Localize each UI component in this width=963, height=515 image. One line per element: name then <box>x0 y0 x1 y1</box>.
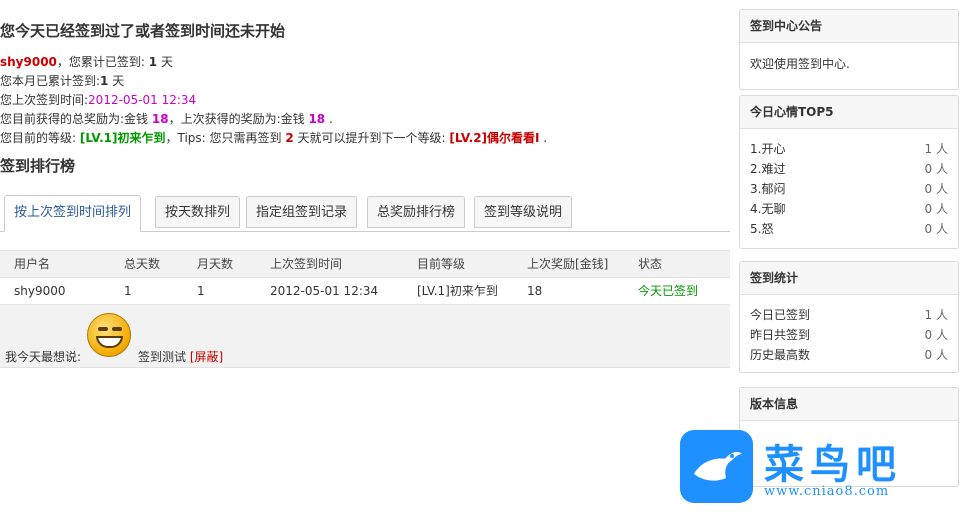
row-username[interactable]: shy9000 <box>14 278 66 305</box>
tab-group-records[interactable]: 指定组签到记录 <box>246 196 358 228</box>
rank-tabs: 按上次签到时间排列 按天数排列 指定组签到记录 总奖励排行榜 签到等级说明 <box>0 195 730 232</box>
list-item: 3.郁闷 0 人 <box>750 182 948 196</box>
page-title: 您今天已经签到过了或者签到时间还未开始 <box>0 22 286 40</box>
total-line: shy9000，您累计已签到: 1 天 <box>0 55 173 69</box>
notice-box: 签到中心公告 欢迎使用签到中心. <box>739 9 959 90</box>
list-item: 历史最高数 0 人 <box>750 348 948 362</box>
top5-box: 今日心情TOP5 1.开心 1 人 2.难过 0 人 3.郁闷 0 人 4.无聊 0 人… <box>739 95 959 249</box>
col-total-days: 总天数 <box>124 257 161 271</box>
col-level: 目前等级 <box>417 257 466 271</box>
watermark-url: www.cniao8.com <box>764 484 890 499</box>
level-line: 您目前的等级: [LV.1]初来乍到，Tips: 您只需再签到 2 天就可以提升… <box>0 131 548 145</box>
tab-reward-rank[interactable]: 总奖励排行榜 <box>367 196 466 228</box>
notice-text: 欢迎使用签到中心. <box>750 57 850 71</box>
top5-list: 1.开心 1 人 2.难过 0 人 3.郁闷 0 人 4.无聊 0 人 5.怒 0 人 <box>740 129 958 247</box>
mood-row: 我今天最想说: 签到测试 [屏蔽] <box>0 305 730 368</box>
tab-by-last-time[interactable]: 按上次签到时间排列 <box>4 195 142 232</box>
row-level: [LV.1]初来乍到 <box>417 284 498 298</box>
list-item: 今日已签到 1 人 <box>750 308 948 322</box>
watermark-logo: 菜鸟吧 www.cniao8.com <box>680 430 960 505</box>
notice-title: 签到中心公告 <box>740 10 958 43</box>
month-line: 您本月已累计签到:1 天 <box>0 74 125 88</box>
table-row: shy9000 1 1 2012-05-01 12:34 [LV.1]初来乍到 … <box>0 278 730 305</box>
stats-box: 签到统计 今日已签到 1 人 昨日共签到 0 人 历史最高数 0 人 <box>739 261 959 373</box>
row-status: 今天已签到 <box>638 284 699 298</box>
table-header: 用户名 总天数 月天数 上次签到时间 目前等级 上次奖励[金钱] 状态 <box>0 250 730 278</box>
grin-emoticon-icon <box>87 313 131 357</box>
col-last-time: 上次签到时间 <box>270 257 343 271</box>
list-item: 昨日共签到 0 人 <box>750 328 948 342</box>
col-username: 用户名 <box>14 257 51 271</box>
col-reward: 上次奖励[金钱] <box>527 257 609 271</box>
list-item: 5.怒 0 人 <box>750 222 948 236</box>
list-item: 1.开心 1 人 <box>750 142 948 156</box>
row-last-time: 2012-05-01 12:34 <box>270 284 379 298</box>
watermark-name: 菜鸟吧 <box>764 441 902 488</box>
mood-text: 签到测试 [屏蔽] <box>138 350 224 364</box>
rank-title: 签到排行榜 <box>0 157 76 175</box>
col-status: 状态 <box>638 257 663 271</box>
mood-label: 我今天最想说: <box>5 350 82 364</box>
stats-list: 今日已签到 1 人 昨日共签到 0 人 历史最高数 0 人 <box>740 295 958 373</box>
reward-line: 您目前获得的总奖励为:金钱 18，上次获得的奖励为:金钱 18 . <box>0 112 333 126</box>
mask-link[interactable]: [屏蔽] <box>190 350 223 364</box>
version-title: 版本信息 <box>740 388 958 421</box>
col-month-days: 月天数 <box>197 257 234 271</box>
bird-logo-icon <box>680 430 753 503</box>
row-month-days: 1 <box>197 284 205 298</box>
tab-level-info[interactable]: 签到等级说明 <box>474 196 573 228</box>
list-item: 2.难过 0 人 <box>750 162 948 176</box>
last-time-line: 您上次签到时间:2012-05-01 12:34 <box>0 93 197 107</box>
sign-info: shy9000，您累计已签到: 1 天 您本月已累计签到:1 天 您上次签到时间… <box>0 53 547 148</box>
tab-by-days[interactable]: 按天数排列 <box>155 196 241 228</box>
list-item: 4.无聊 0 人 <box>750 202 948 216</box>
row-reward: 18 <box>527 284 543 298</box>
stats-title: 签到统计 <box>740 262 958 295</box>
top5-title: 今日心情TOP5 <box>740 96 958 129</box>
rank-table: 用户名 总天数 月天数 上次签到时间 目前等级 上次奖励[金钱] 状态 shy9… <box>0 250 730 305</box>
username-link[interactable]: shy9000 <box>0 55 57 69</box>
row-total-days: 1 <box>124 284 132 298</box>
